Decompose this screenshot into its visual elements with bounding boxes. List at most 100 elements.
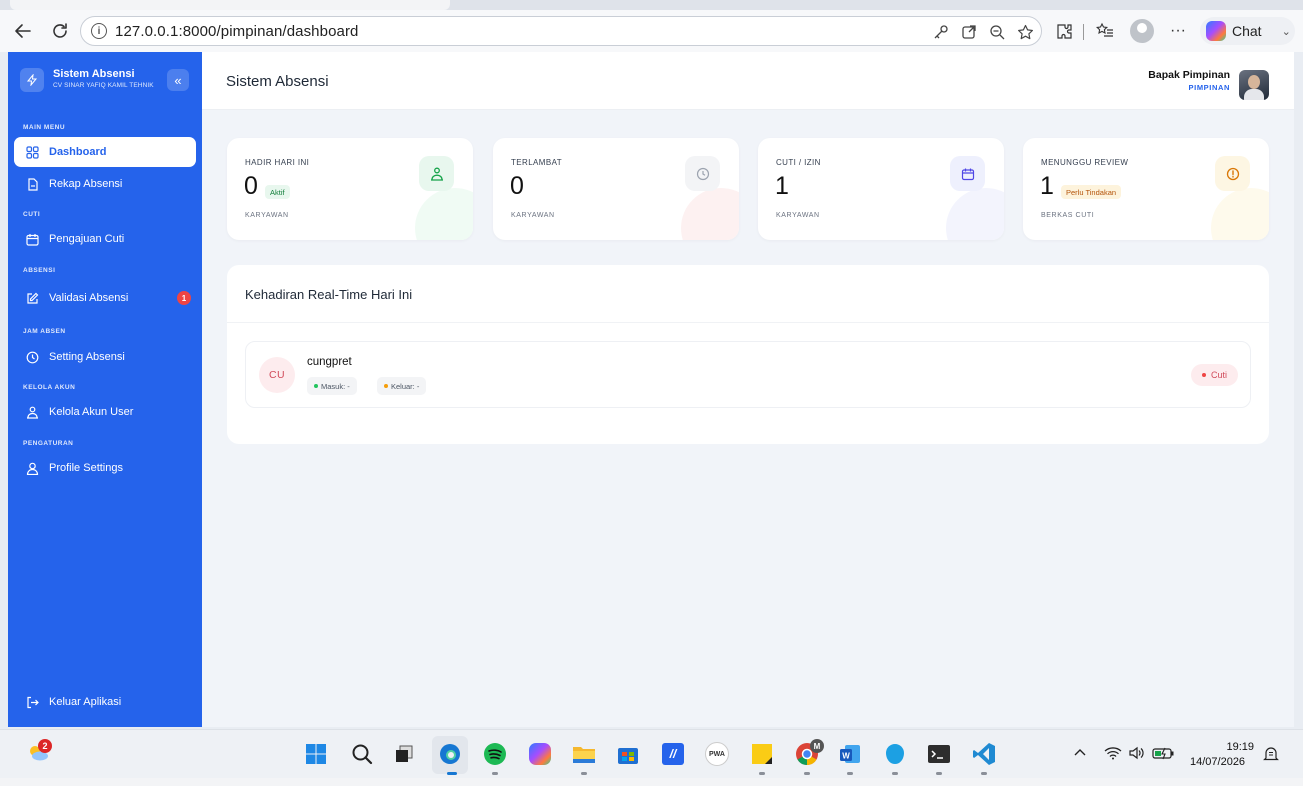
sidebar-item-label: Profile Settings (49, 462, 123, 474)
status-label: Cuti (1210, 370, 1227, 380)
document-icon (25, 177, 39, 191)
section-main-menu: MAIN MENU (23, 124, 66, 131)
stat-card-review: MENUNGGU REVIEW 1 Perlu Tindakan BERKAS … (1023, 138, 1269, 240)
terminal-icon[interactable] (927, 742, 951, 766)
key-icon[interactable] (931, 22, 951, 42)
calendar-icon (950, 156, 985, 191)
calendar-icon (25, 232, 39, 246)
sidebar-item-profile-settings[interactable]: Profile Settings (14, 453, 196, 483)
address-bar[interactable]: i 127.0.0.1:8000/pimpinan/dashboard (80, 16, 1042, 46)
panel-title: Kehadiran Real-Time Hari Ini (245, 287, 413, 302)
wifi-icon[interactable] (1104, 746, 1122, 763)
status-badge: Cuti (1190, 364, 1238, 386)
stat-value: 1 (775, 172, 789, 200)
brand: Sistem Absensi CV SINAR YAFIQ KAMIL TEHN… (20, 66, 190, 102)
user-icon (25, 461, 39, 475)
keluar-tag: Keluar: - (377, 377, 427, 395)
running-indicator (936, 772, 942, 775)
sidebar-item-pengajuan-cuti[interactable]: Pengajuan Cuti (14, 224, 196, 254)
running-indicator (759, 772, 765, 775)
active-tab[interactable] (10, 0, 450, 10)
stat-label: TERLAMBAT (511, 158, 563, 167)
start-icon[interactable] (304, 742, 328, 766)
battery-icon[interactable] (1152, 746, 1176, 763)
section-absensi: ABSENSI (23, 267, 56, 274)
copilot-chat-button[interactable]: Chat ⌄ (1200, 17, 1295, 45)
refresh-icon[interactable] (49, 20, 71, 42)
more-options-icon[interactable]: ··· (1167, 20, 1189, 42)
stat-value: 0 (244, 172, 258, 200)
app-cloud-icon[interactable] (883, 742, 907, 766)
red-dot-icon (1201, 373, 1206, 377)
main-content: Sistem Absensi Bapak Pimpinan PIMPINAN H… (202, 52, 1294, 727)
spotify-icon[interactable] (483, 742, 507, 766)
keluar-label: Keluar: - (391, 381, 420, 391)
notification-badge: 2 (38, 739, 52, 753)
logout-icon (25, 695, 39, 709)
sidebar-item-dashboard[interactable]: Dashboard (14, 137, 196, 167)
sidebar-item-label: Kelola Akun User (49, 406, 134, 418)
volume-icon[interactable] (1128, 746, 1146, 763)
sticky-notes-icon[interactable] (750, 742, 774, 766)
edge-icon[interactable] (438, 742, 462, 766)
word-icon[interactable]: W (838, 742, 862, 766)
sidebar-item-label: Setting Absensi (49, 351, 125, 363)
pwa-icon[interactable]: PWA (705, 742, 729, 766)
task-view-icon[interactable] (392, 742, 416, 766)
section-jam-absen: JAM ABSEN (23, 328, 66, 335)
user-role: PIMPINAN (1188, 83, 1230, 92)
realtime-attendance-panel: Kehadiran Real-Time Hari Ini CU cungpret… (227, 265, 1269, 444)
stat-label: MENUNGGU REVIEW (1041, 158, 1129, 167)
page-title: Sistem Absensi (226, 73, 329, 90)
page-header: Sistem Absensi Bapak Pimpinan PIMPINAN (202, 52, 1294, 110)
toolbar-divider (1083, 24, 1084, 40)
search-icon[interactable] (350, 742, 374, 766)
clock-date[interactable]: 14/07/2026 (1190, 756, 1245, 768)
favorites-icon[interactable] (1094, 20, 1116, 42)
sidebar-item-setting-absensi[interactable]: Setting Absensi (14, 342, 196, 372)
sidebar-item-kelola-akun-user[interactable]: Kelola Akun User (14, 397, 196, 427)
avatar: CU (259, 357, 295, 393)
section-cuti: CUTI (23, 211, 41, 218)
back-icon[interactable] (12, 20, 34, 42)
validasi-count-badge: 1 (177, 291, 191, 305)
logout-button[interactable]: Keluar Aplikasi (14, 687, 196, 717)
browser-profile-avatar[interactable] (1130, 19, 1154, 43)
chevron-up-icon[interactable] (1073, 746, 1087, 763)
section-kelola-akun: KELOLA AKUN (23, 384, 76, 391)
app-m-icon[interactable]: // (661, 742, 685, 766)
extensions-icon[interactable] (1053, 20, 1075, 42)
file-explorer-icon[interactable] (572, 742, 596, 766)
sidebar-item-validasi-absensi[interactable]: Validasi Absensi 1 (14, 283, 196, 313)
edit-icon (25, 291, 39, 305)
card-decoration (1211, 188, 1269, 240)
favorite-star-icon[interactable] (1015, 22, 1035, 42)
stat-value: 0 (510, 172, 524, 200)
grid-icon (25, 145, 39, 159)
double-chevron-left-icon: « (174, 72, 182, 88)
running-indicator (492, 772, 498, 775)
chevron-down-icon[interactable]: ⌄ (1282, 25, 1291, 38)
stat-sub: BERKAS CUTI (1041, 212, 1095, 219)
sidebar-item-rekap-absensi[interactable]: Rekap Absensi (14, 169, 196, 199)
url-text[interactable]: 127.0.0.1:8000/pimpinan/dashboard (115, 23, 359, 40)
card-decoration (681, 188, 739, 240)
clock-time[interactable]: 19:19 (1224, 741, 1254, 753)
user-name[interactable]: Bapak Pimpinan (1148, 69, 1230, 81)
chrome-profile-badge: M (810, 739, 824, 753)
list-item[interactable]: CU cungpret Masuk: - Keluar: - Cuti (245, 341, 1251, 408)
notification-center-icon[interactable] (1263, 746, 1279, 765)
open-in-app-icon[interactable] (959, 22, 979, 42)
user-check-icon (419, 156, 454, 191)
collapse-sidebar-button[interactable]: « (167, 69, 189, 91)
sidebar-item-label: Validasi Absensi (49, 292, 129, 304)
user-avatar[interactable] (1239, 70, 1269, 100)
vscode-icon[interactable] (972, 742, 996, 766)
zoom-out-icon[interactable] (987, 22, 1007, 42)
svg-text:W: W (842, 752, 850, 761)
copilot-app-icon[interactable] (528, 742, 552, 766)
store-icon[interactable] (616, 742, 640, 766)
running-indicator (847, 772, 853, 775)
brand-company: CV SINAR YAFIQ KAMIL TEHNIK (53, 82, 154, 89)
site-info-icon[interactable]: i (91, 23, 107, 39)
